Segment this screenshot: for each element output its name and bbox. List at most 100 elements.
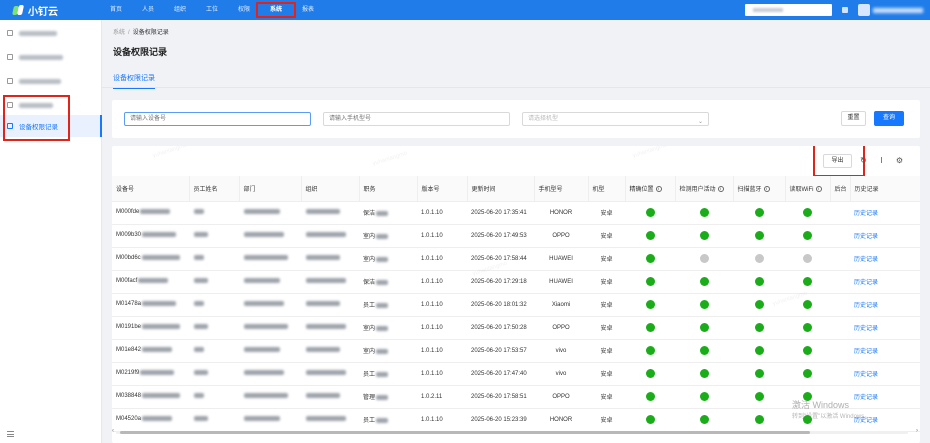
column-header[interactable]: 更新时间: [467, 176, 535, 202]
device-number-input[interactable]: [124, 112, 311, 126]
table-row[interactable]: M01e842 室内 1.0.1.10 2025-06-20 17:53:57 vivo…: [112, 339, 920, 363]
column-header[interactable]: 后台: [830, 176, 851, 202]
table-row[interactable]: M0191be 室内 1.0.1.10 2025-06-20 17:50:28 OPPO…: [112, 316, 920, 340]
table-row[interactable]: M01478a 员工 1.0.1.10 2025-06-20 18:01:32 Xiao…: [112, 293, 920, 317]
column-header[interactable]: 精确位置 i: [625, 176, 676, 202]
history-link[interactable]: 历史记录: [854, 257, 878, 263]
info-icon[interactable]: i: [763, 186, 770, 193]
phone-model-cell: OPPO: [534, 316, 588, 340]
version: 1.0.1.10: [421, 301, 443, 308]
column-header[interactable]: 机型: [588, 176, 626, 202]
scroll-thumb[interactable]: [120, 431, 810, 434]
table-row[interactable]: M00bd6c 室内 1.0.1.10 2025-06-20 17:58:44 HUAW…: [112, 247, 920, 271]
history-link[interactable]: 历史记录: [854, 280, 878, 286]
column-header[interactable]: 检测用户活动 i: [675, 176, 734, 202]
history-link-cell: 历史记录: [850, 385, 920, 409]
update-time-cell: 2025-06-20 17:29:18: [467, 270, 534, 294]
nav-item-1[interactable]: 人员: [132, 0, 164, 20]
model-select[interactable]: 请选择机型 ⌄: [522, 112, 709, 126]
device-type-cell: 安卓: [588, 362, 625, 386]
status-on-icon: [803, 231, 812, 240]
column-header[interactable]: 组织: [301, 176, 360, 202]
device-number: M00bd6c: [116, 255, 141, 262]
history-link[interactable]: 历史记录: [854, 395, 878, 401]
horizontal-scrollbar[interactable]: ‹ ›: [112, 428, 920, 435]
top-search-input[interactable]: [745, 4, 832, 16]
update-time-cell: 2025-06-20 17:58:51: [467, 385, 534, 409]
phone-model-input[interactable]: [323, 112, 510, 126]
update-time-cell: 2025-06-20 15:23:39: [467, 408, 534, 432]
nav-item-5[interactable]: 系统: [256, 0, 296, 20]
permission-cell: [733, 408, 785, 432]
sidebar-item-2[interactable]: [0, 46, 102, 68]
column-header[interactable]: 扫描蓝牙 i: [733, 176, 786, 202]
column-header[interactable]: 员工姓名: [189, 176, 240, 202]
reset-button[interactable]: 重置: [841, 111, 866, 126]
sidebar-item-1[interactable]: [0, 22, 102, 44]
collapse-menu-icon[interactable]: [7, 431, 14, 437]
user-name-redacted[interactable]: [873, 8, 923, 13]
permission-cell: [675, 316, 733, 340]
redacted-text: [194, 324, 208, 330]
column-header[interactable]: 手机型号: [534, 176, 589, 202]
device-type: 安卓: [600, 234, 613, 240]
nav-item-2[interactable]: 组织: [164, 0, 196, 20]
permission-cell: [625, 224, 675, 248]
update-time-cell: 2025-06-20 17:58:44: [467, 247, 534, 271]
history-link[interactable]: 历史记录: [854, 234, 878, 240]
redacted-text: [376, 233, 389, 239]
column-header[interactable]: 读取WiFi i: [785, 176, 831, 202]
employee-name-cell: [189, 316, 239, 340]
column-header[interactable]: 版本号: [417, 176, 468, 202]
nav-item-0[interactable]: 首页: [100, 0, 132, 20]
table-row[interactable]: M000fde 保洁 1.0.1.10 2025-06-20 17:35:41 HONO…: [112, 201, 920, 225]
history-link[interactable]: 历史记录: [854, 211, 878, 217]
status-off-icon: [699, 254, 709, 263]
status-on-icon: [803, 208, 812, 217]
device-number-cell: M00facf: [112, 270, 189, 294]
table-row[interactable]: M00facf 保洁 1.0.1.10 2025-06-20 17:29:18 HUAW…: [112, 270, 920, 294]
history-link-cell: 历史记录: [850, 224, 920, 248]
app-logo[interactable]: 小钉云: [0, 3, 100, 18]
scroll-right-icon[interactable]: ›: [916, 428, 918, 434]
history-link[interactable]: 历史记录: [854, 349, 878, 355]
device-type-cell: 安卓: [588, 385, 625, 409]
column-height-icon[interactable]: I: [877, 156, 886, 165]
redacted-text: [194, 393, 204, 399]
column-header[interactable]: 设备号: [112, 176, 190, 202]
scroll-left-icon[interactable]: ‹: [112, 428, 114, 434]
redacted-text: [140, 370, 175, 376]
breadcrumb-root[interactable]: 系统: [113, 30, 125, 36]
sidebar-item-3[interactable]: [0, 70, 102, 92]
phone-model: OPPO: [552, 324, 570, 331]
redacted-text: [194, 370, 208, 376]
refresh-icon[interactable]: ↻: [859, 156, 868, 165]
page-title: 设备权限记录: [113, 47, 168, 57]
settings-icon[interactable]: ⚙: [895, 156, 904, 165]
avatar[interactable]: [858, 4, 870, 16]
table-row[interactable]: M009b30 室内 1.0.1.10 2025-06-20 17:49:53 OPPO…: [112, 224, 920, 248]
redacted-text: [142, 393, 181, 399]
nav-item-6[interactable]: 报表: [292, 0, 324, 20]
position: 员工: [363, 418, 376, 424]
column-header[interactable]: 职务: [359, 176, 418, 202]
status-on-icon: [803, 277, 812, 286]
version: 1.0.1.10: [421, 416, 443, 423]
position-cell: 管理: [359, 385, 417, 409]
phone-model: HONOR: [549, 416, 573, 423]
redacted-text: [376, 348, 389, 354]
query-button[interactable]: 查询: [874, 111, 904, 126]
info-icon[interactable]: i: [655, 186, 662, 193]
nav-item-3[interactable]: 工位: [196, 0, 228, 20]
permission-cell: [675, 247, 733, 271]
history-link[interactable]: 历史记录: [854, 326, 878, 332]
table-row[interactable]: M0219f9 员工 1.0.1.10 2025-06-20 17:47:40 vivo…: [112, 362, 920, 386]
info-icon[interactable]: i: [717, 186, 724, 193]
info-icon[interactable]: i: [815, 186, 822, 193]
column-header[interactable]: 历史记录: [850, 176, 920, 202]
history-link[interactable]: 历史记录: [854, 372, 878, 378]
notification-icon[interactable]: [842, 7, 848, 13]
column-header[interactable]: 部门: [239, 176, 302, 202]
permission-cell: [625, 270, 675, 294]
history-link[interactable]: 历史记录: [854, 303, 878, 309]
